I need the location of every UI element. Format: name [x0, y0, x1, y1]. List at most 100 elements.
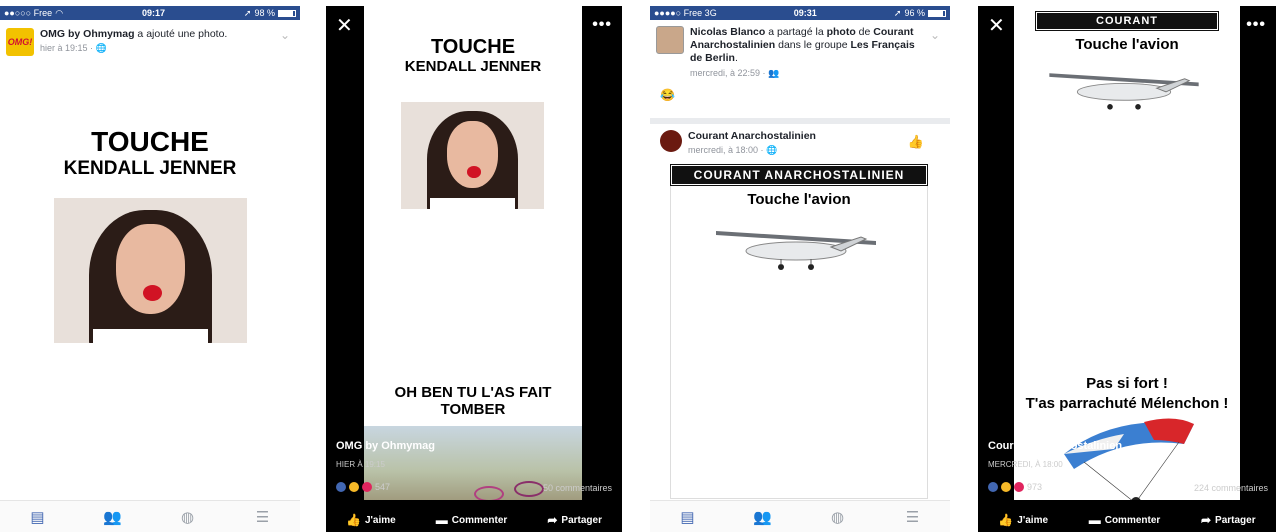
screenshot-shared-post: ●●●●○ Free 3G 09:31 ➚ 96 % Nicolas Blanco…: [650, 6, 950, 532]
image-bottom-caption: OH BEN TU L'AS FAIT TOMBER: [394, 384, 552, 418]
share-header: Nicolas Blanco a partagé la photo de Cou…: [650, 20, 950, 88]
more-options-icon[interactable]: •••: [1246, 16, 1266, 34]
post-author[interactable]: OMG by Ohmymag: [40, 28, 135, 40]
divider: [650, 118, 950, 124]
share-message: 😂: [660, 88, 675, 102]
kendall-jenner-photo: [401, 102, 544, 209]
image-title: TOUCHE: [91, 126, 209, 157]
image-subtitle: KENDALL JENNER: [404, 58, 542, 75]
post-header: OMG! OMG by Ohmymag a ajouté une photo. …: [0, 20, 300, 64]
image-title: TOUCHE: [430, 36, 516, 58]
close-icon[interactable]: ✕: [336, 16, 353, 36]
airplane-image: [716, 231, 876, 270]
comment-icon: ▬: [435, 513, 448, 527]
location-icon: ➚: [243, 7, 252, 18]
bottom-tab-bar: ▤ 👥 ◍ ☰: [0, 500, 300, 532]
image-title: Touche l'avion: [1075, 36, 1179, 53]
status-bar: ●●○○○ Free ◠ 09:17 ➚ 98 %: [0, 6, 300, 20]
friends-icon[interactable]: 👥: [753, 507, 773, 527]
clock: 09:17: [141, 8, 165, 18]
share-button[interactable]: ➦ Partager: [1201, 513, 1256, 527]
reactions-summary[interactable]: 547: [336, 482, 390, 492]
caption-line-1: Pas si fort !: [1086, 375, 1168, 392]
reactions-summary[interactable]: 973: [988, 482, 1042, 492]
chevron-down-icon[interactable]: ⌄: [280, 28, 290, 42]
action-bar: 👍 J'aime ▬ Commenter ➦ Partager: [326, 508, 622, 532]
thumbs-up-icon[interactable]: 👍: [908, 134, 924, 150]
chevron-down-icon[interactable]: ⌄: [930, 28, 940, 42]
like-reaction-icon: [988, 482, 998, 492]
post-timestamp[interactable]: hier à 19:15 · 🌐: [40, 43, 227, 54]
globe-icon[interactable]: ◍: [828, 507, 848, 527]
page-avatar[interactable]: OMG!: [6, 28, 34, 56]
news-feed-icon[interactable]: ▤: [28, 507, 48, 527]
screenshot-omg-viewer: TOUCHE KENDALL JENNER OH BEN TU L'AS FAI…: [326, 6, 622, 532]
menu-icon[interactable]: ☰: [903, 507, 923, 527]
page-avatar[interactable]: [660, 130, 682, 152]
haha-reaction-icon: [349, 482, 359, 492]
comments-count[interactable]: 50 commentaires: [543, 483, 612, 493]
share-icon: ➦: [547, 513, 558, 527]
image-banner: COURANT ANARCHOSTALINIEN: [670, 164, 928, 186]
status-bar: ●●●●○ Free 3G 09:31 ➚ 96 %: [650, 6, 950, 20]
more-options-icon[interactable]: •••: [592, 16, 612, 34]
user-avatar[interactable]: [656, 26, 684, 54]
like-button[interactable]: 👍 J'aime: [998, 513, 1048, 527]
inner-post-image[interactable]: COURANT ANARCHOSTALINIEN Touche l'avion: [670, 164, 928, 499]
comment-button[interactable]: ▬ Commenter: [436, 513, 508, 527]
clock: 09:31: [793, 8, 817, 18]
viewer-author[interactable]: Courant Anarchostalinien: [988, 440, 1122, 452]
action-bar: 👍 J'aime ▬ Commenter ➦ Partager: [978, 508, 1276, 532]
like-button[interactable]: 👍 J'aime: [346, 513, 396, 527]
viewer-timestamp: MERCREDI, À 18:00: [988, 460, 1063, 469]
carrier-label: ●●●●○ Free 3G: [654, 8, 717, 18]
share-author[interactable]: Nicolas Blanco: [690, 26, 765, 38]
inner-author[interactable]: Courant Anarchostalinien: [688, 130, 816, 142]
viewer-image[interactable]: TOUCHE KENDALL JENNER OH BEN TU L'AS FAI…: [364, 6, 582, 500]
image-title: Touche l'avion: [747, 191, 851, 208]
battery-percent: 98 %: [254, 8, 275, 18]
comment-button[interactable]: ▬ Commenter: [1089, 513, 1161, 527]
photo-link[interactable]: photo: [827, 26, 856, 38]
love-reaction-icon: [1014, 482, 1024, 492]
airplane-image: [1049, 73, 1199, 110]
carrier-label: ●●○○○ Free: [4, 8, 53, 18]
image-subtitle: KENDALL JENNER: [63, 158, 237, 179]
screenshot-omg-post: ●●○○○ Free ◠ 09:17 ➚ 98 % OMG! OMG by Ohmy…: [0, 6, 300, 532]
friends-icon[interactable]: 👥: [103, 507, 123, 527]
haha-reaction-icon: [1001, 482, 1011, 492]
reaction-count: 547: [375, 482, 391, 492]
inner-post-header: Courant Anarchostalinien mercredi, à 18:…: [660, 126, 816, 160]
share-button[interactable]: ➦ Partager: [547, 513, 602, 527]
news-feed-icon[interactable]: ▤: [678, 507, 698, 527]
love-reaction-icon: [362, 482, 372, 492]
caption-line-2: T'as parrachuté Mélenchon !: [1025, 395, 1229, 412]
bottom-tab-bar: ▤ 👥 ◍ ☰: [650, 500, 950, 532]
battery-icon: [927, 9, 946, 17]
location-icon: ➚: [893, 7, 902, 18]
like-reaction-icon: [336, 482, 346, 492]
battery-percent: 96 %: [904, 8, 925, 18]
thumbs-up-icon: 👍: [346, 513, 361, 527]
comments-count[interactable]: 224 commentaires: [1194, 483, 1268, 493]
reaction-count: 973: [1027, 482, 1043, 492]
post-image-caption: TOUCHE KENDALL JENNER: [0, 126, 300, 180]
share-icon: ➦: [1200, 513, 1212, 527]
menu-icon[interactable]: ☰: [253, 507, 273, 527]
kendall-jenner-photo[interactable]: [54, 198, 247, 343]
screenshot-avion-viewer: COURANT ANARCHOSTALINIEN Touche l'avion …: [978, 6, 1276, 532]
viewer-timestamp: HIER À 19:15: [336, 460, 385, 469]
wifi-icon: ◠: [55, 7, 64, 18]
post-action: a ajouté une photo.: [134, 28, 228, 40]
battery-icon: [277, 9, 296, 17]
image-banner: COURANT ANARCHOSTALINIEN: [1035, 11, 1219, 43]
comment-icon: ▬: [1088, 513, 1101, 527]
share-timestamp[interactable]: mercredi, à 22:59 · 👥: [690, 67, 920, 80]
close-icon[interactable]: ✕: [988, 16, 1005, 36]
thumbs-up-icon: 👍: [998, 513, 1014, 527]
globe-icon[interactable]: ◍: [178, 507, 198, 527]
viewer-author[interactable]: OMG by Ohmymag: [336, 440, 435, 452]
inner-timestamp[interactable]: mercredi, à 18:00 · 🌐: [688, 145, 816, 156]
parachute-image: [1064, 418, 1194, 500]
viewer-image[interactable]: COURANT ANARCHOSTALINIEN Touche l'avion …: [1014, 6, 1240, 500]
